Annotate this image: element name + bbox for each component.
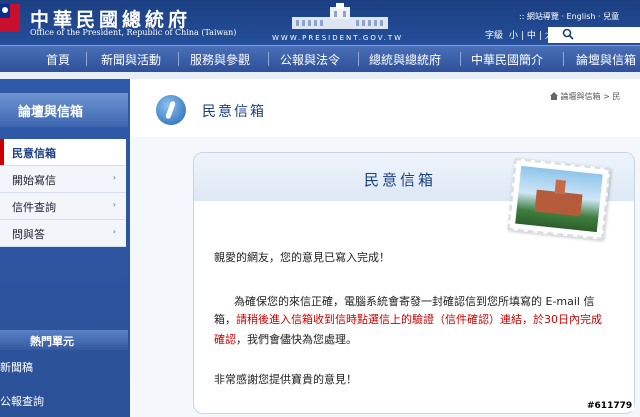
hot-item-press-release[interactable]: 新聞稿 (0, 359, 128, 375)
confirm-paragraph-line3: 確認，我們會儘快為您處理。 (214, 333, 357, 346)
nav-president[interactable]: 總統與總統府 (369, 51, 441, 68)
sidebar-item-letter-query[interactable]: 信件查詢 › (0, 193, 126, 220)
breadcrumb-text[interactable]: 論壇與信箱 > 民 (561, 92, 621, 101)
nav-roc-intro[interactable]: 中華民國簡介 (471, 51, 543, 68)
card-title: 民意信箱 (364, 171, 437, 189)
sidebar-item-mailbox[interactable]: 民意信箱 (0, 139, 126, 166)
verification-instruction: 請稍後進入信箱收到信時點選信上的驗證（信件確認）連結，於30日內完成 (236, 313, 602, 326)
page-title: 民意信箱 (202, 104, 266, 120)
nav-subbar (0, 72, 640, 79)
watermark-id: #611779 (585, 401, 635, 411)
greeting-text: 親愛的網友，您的意見已寫入完成！ (214, 251, 390, 264)
top-links[interactable]: :: 網站導覽 · English · 兒童 (519, 11, 619, 22)
chevron-right-icon: › (112, 227, 116, 236)
sidebar-item-faq[interactable]: 問與答 › (0, 220, 126, 247)
hot-units-title: 熱門單元 (0, 330, 128, 350)
font-size-switcher: 字級 小| 中| 大 (485, 28, 557, 41)
mailbox-logo-icon (156, 95, 186, 125)
main-nav: 首頁 新聞與活動 服務與參觀 公報與法令 總統與總統府 中華民國簡介 論壇與信箱 (0, 45, 640, 73)
nav-gazette[interactable]: 公報與法令 (280, 51, 340, 68)
font-size-small-button[interactable]: 小 (509, 31, 518, 41)
presidential-building-icon (292, 3, 388, 29)
thanks-text: 非常感謝您提供寶貴的意見！ (214, 373, 357, 386)
nav-services[interactable]: 服務與參觀 (190, 51, 250, 68)
nav-news[interactable]: 新聞與活動 (101, 51, 161, 68)
site-url: WWW.PRESIDENT.GOV.TW (272, 34, 404, 42)
confirm-paragraph-line1: 為確保您的來信正確，電腦系統會寄發一封確認信到您所填寫的 E-mail 信 (234, 295, 595, 308)
sidebar-title: 論壇與信箱 (0, 93, 128, 127)
site-header: 中華民國總統府 Office of the President, Republi… (0, 0, 640, 45)
sidebar-menu: 民意信箱 開始寫信 › 信件查詢 › 問與答 › (0, 139, 126, 247)
confirm-paragraph-line2: 箱，請稍後進入信箱收到信時點選信上的驗證（信件確認）連結，於30日內完成 (214, 313, 602, 326)
content-header: 民意信箱 論壇與信箱 > 民 (130, 79, 640, 138)
hot-item-gazette-query[interactable]: 公報查詢 (0, 393, 128, 409)
chevron-right-icon: › (112, 200, 116, 209)
sidebar-item-start-writing[interactable]: 開始寫信 › (0, 166, 126, 193)
home-icon[interactable] (550, 92, 558, 100)
search-icon[interactable] (562, 28, 574, 40)
flag-icon (0, 4, 20, 32)
stamp-image (507, 158, 611, 240)
font-size-medium-button[interactable]: 中 (527, 31, 536, 41)
site-subtitle: Office of the President, Republic of Chi… (30, 28, 237, 37)
font-size-label: 字級 (485, 31, 504, 41)
chevron-right-icon: › (112, 173, 116, 182)
breadcrumb: 論壇與信箱 > 民 (550, 91, 620, 102)
nav-home[interactable]: 首頁 (46, 51, 70, 68)
sidebar: 論壇與信箱 民意信箱 開始寫信 › 信件查詢 › 問與答 › 熱門單元 新聞稿 … (0, 79, 130, 417)
nav-forum[interactable]: 論壇與信箱 (576, 51, 636, 68)
